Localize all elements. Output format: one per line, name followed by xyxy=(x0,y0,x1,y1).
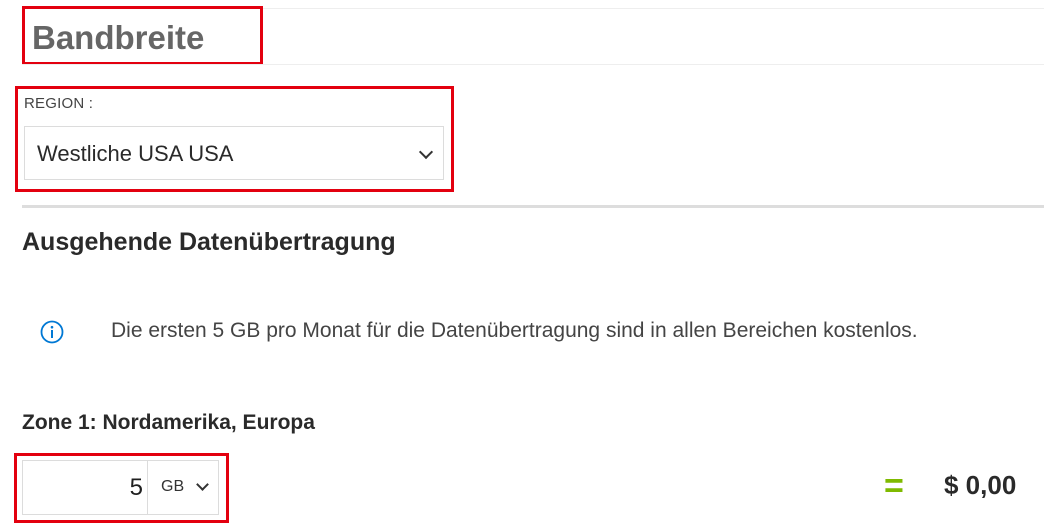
zone-title: Zone 1: Nordamerika, Europa xyxy=(22,411,315,434)
equals-sign: = xyxy=(884,467,904,505)
info-text: Die ersten 5 GB pro Monat für die Datenü… xyxy=(111,319,918,342)
region-highlight-box xyxy=(15,86,454,192)
quantity-highlight-box xyxy=(14,453,229,523)
title-highlight-box xyxy=(22,6,263,65)
section-title: Ausgehende Datenübertragung xyxy=(22,228,396,256)
price-value: $ 0,00 xyxy=(944,470,1017,500)
bandwidth-panel: Bandbreite REGION : Westliche USA USA Au… xyxy=(0,0,1044,529)
info-icon xyxy=(40,320,64,344)
section-divider xyxy=(22,205,1044,208)
title-divider xyxy=(22,64,1044,65)
